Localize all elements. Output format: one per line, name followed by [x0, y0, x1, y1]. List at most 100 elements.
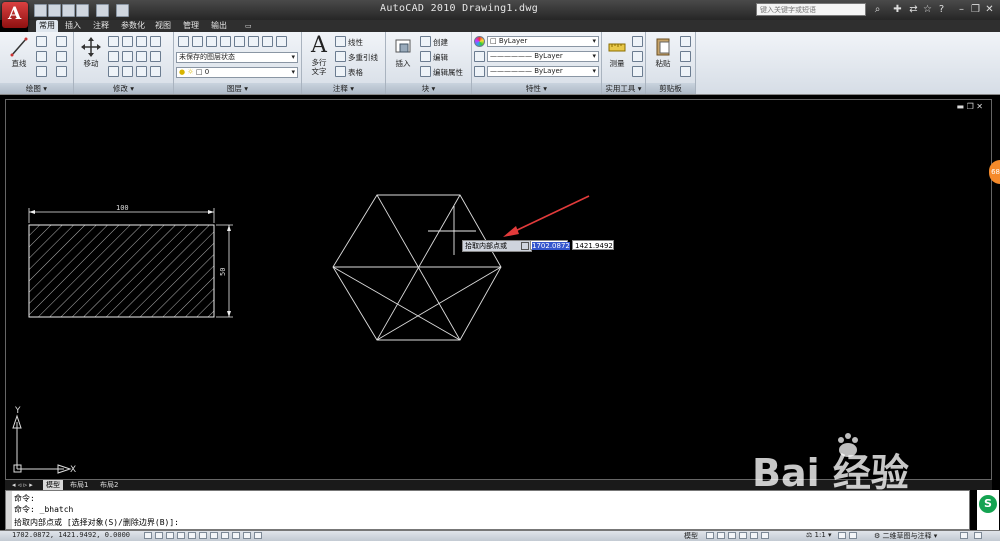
grid-icon[interactable] [166, 532, 174, 539]
paste-button[interactable]: 粘贴 [648, 34, 678, 80]
infer-constraints-icon[interactable] [144, 532, 152, 539]
steeringwheel-icon[interactable] [750, 532, 758, 539]
rectangle-icon[interactable] [56, 36, 67, 47]
match-properties-icon[interactable] [680, 66, 691, 77]
tab-insert[interactable]: 插入 [62, 20, 84, 32]
pan-icon[interactable] [728, 532, 736, 539]
layer-properties-icon[interactable] [178, 36, 189, 47]
star-icon[interactable]: ☆ [922, 4, 933, 15]
redo-icon[interactable] [96, 4, 109, 17]
tab-layout1[interactable]: 布局1 [67, 480, 91, 490]
quick-view-layouts-icon[interactable] [706, 532, 714, 539]
copy-clip-icon[interactable] [680, 51, 691, 62]
erase-icon[interactable] [136, 66, 147, 77]
table-button[interactable]: 表格 [348, 67, 363, 78]
lineweight-dropdown[interactable]: —————— ByLayer ▾ [487, 66, 599, 77]
close-icon[interactable]: ✕ [984, 4, 995, 15]
quick-select-icon[interactable] [632, 36, 643, 47]
exchange-icon[interactable]: ⇄ [908, 4, 919, 15]
edit-attribute-icon[interactable] [420, 66, 431, 77]
tab-layout2[interactable]: 布局2 [97, 480, 121, 490]
tab-scroll-icons[interactable]: ◂ ◃ ▹ ▸ [9, 480, 36, 490]
osnap-icon[interactable] [199, 532, 207, 539]
tab-home[interactable]: 常用 [36, 20, 58, 32]
panel-properties-label[interactable]: 特性 ▾ [472, 83, 601, 94]
layer-dropdown[interactable]: ● ☼ □ 0 ▾ [176, 67, 298, 78]
point-style-icon[interactable] [632, 51, 643, 62]
cut-icon[interactable] [680, 36, 691, 47]
hexagon-drawing[interactable] [332, 194, 502, 341]
layer-freeze-icon[interactable] [262, 36, 273, 47]
print-icon[interactable] [116, 4, 129, 17]
panel-modify-label[interactable]: 修改 ▾ [74, 83, 173, 94]
panel-clipboard-label[interactable]: 剪贴板 [646, 83, 695, 94]
measure-button[interactable]: 测量 [602, 34, 632, 80]
ducs-icon[interactable] [221, 532, 229, 539]
status-coordinates[interactable]: 1702.0872, 1421.9492, 0.0000 [12, 531, 130, 539]
stretch-icon[interactable] [136, 51, 147, 62]
arc-icon[interactable] [36, 66, 47, 77]
region-icon[interactable] [56, 66, 67, 77]
circle-icon[interactable] [36, 51, 47, 62]
scale-icon[interactable] [150, 51, 161, 62]
layer-previous-icon[interactable] [234, 36, 245, 47]
ribbon-toggle-icon[interactable]: ▭ [242, 20, 255, 32]
dropdown-arrow-icon[interactable] [521, 242, 530, 250]
edit-block-button[interactable]: 编辑 [433, 52, 448, 63]
tools-icon[interactable]: ✚ [892, 4, 903, 15]
quick-view-drawings-icon[interactable] [717, 532, 725, 539]
chamfer-icon[interactable] [150, 66, 161, 77]
layer-match-icon[interactable] [220, 36, 231, 47]
annotation-scale[interactable]: ⚖ 1:1 ▾ [806, 531, 832, 539]
fillet-icon[interactable] [108, 51, 119, 62]
command-prompt-line[interactable]: 拾取内部点或 [选择对象(S)/删除边界(B)]: [14, 517, 179, 528]
layer-state-dropdown[interactable]: 未保存的图层状态 ▾ [176, 52, 298, 63]
app-menu-button[interactable]: A [2, 2, 28, 28]
snap-icon[interactable] [155, 532, 163, 539]
mirror-icon[interactable] [150, 36, 161, 47]
clean-screen-icon[interactable] [974, 532, 982, 539]
hatched-rectangle[interactable] [28, 224, 215, 318]
quick-properties-icon[interactable] [254, 532, 262, 539]
color-dropdown[interactable]: □ ByLayer ▾ [487, 36, 599, 47]
linear-dim-button[interactable]: 线性 [348, 37, 363, 48]
tab-annotate[interactable]: 注释 [90, 20, 112, 32]
coord-y-input[interactable]: 1421.9492 [572, 240, 614, 250]
tab-manage[interactable]: 管理 [180, 20, 202, 32]
otrack-icon[interactable] [210, 532, 218, 539]
layer-isolate-icon[interactable] [206, 36, 217, 47]
trim-icon[interactable] [122, 36, 133, 47]
copy-icon[interactable] [136, 36, 147, 47]
ortho-icon[interactable] [177, 532, 185, 539]
auto-scale-icon[interactable] [849, 532, 857, 539]
tab-view[interactable]: 视图 [152, 20, 174, 32]
command-window-grip[interactable] [6, 491, 12, 529]
tab-model[interactable]: 模型 [43, 480, 63, 490]
move-button[interactable]: 移动 [76, 34, 106, 80]
rotate-icon[interactable] [108, 36, 119, 47]
panel-draw-label[interactable]: 绘图 ▾ [0, 83, 73, 94]
search-input[interactable]: 键入关键字或短语 [756, 3, 866, 16]
drawing-area[interactable]: ▬ ❐ ✕ 100 50 Y X 拾取内部点或 1702.0872 1421.9… [5, 99, 992, 480]
restore-icon[interactable]: ❐ [970, 4, 981, 15]
create-block-button[interactable]: 创建 [433, 37, 448, 48]
panel-utilities-label[interactable]: 实用工具 ▾ [602, 83, 645, 94]
insert-block-button[interactable]: 插入 [388, 34, 418, 80]
save-icon[interactable] [62, 4, 75, 17]
panel-layers-label[interactable]: 图层 ▾ [174, 83, 301, 94]
zoom-icon[interactable] [739, 532, 747, 539]
layer-lock-icon[interactable] [276, 36, 287, 47]
showmotion-icon[interactable] [761, 532, 769, 539]
offset-icon[interactable] [122, 66, 133, 77]
panel-block-label[interactable]: 块 ▾ [386, 83, 471, 94]
dimension-linear-icon[interactable] [335, 36, 346, 47]
layer-state-icon[interactable] [192, 36, 203, 47]
line-button[interactable]: 直线 [4, 34, 34, 80]
edit-attribute-button[interactable]: 编辑属性 [433, 67, 463, 78]
command-window[interactable]: 命令: 命令: _bhatch 拾取内部点或 [选择对象(S)/删除边界(B)]… [5, 490, 970, 530]
explode-icon[interactable] [122, 51, 133, 62]
minimize-icon[interactable]: – [956, 4, 967, 15]
create-block-icon[interactable] [420, 36, 431, 47]
coord-x-input[interactable]: 1702.0872 [530, 240, 570, 250]
help-icon[interactable]: ? [936, 4, 947, 15]
